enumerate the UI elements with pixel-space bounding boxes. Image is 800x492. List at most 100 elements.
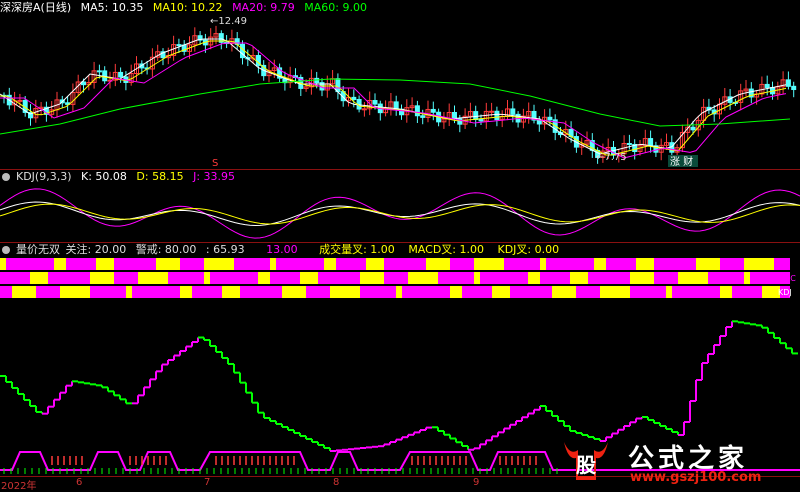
signal-cell <box>474 258 504 270</box>
signal-cell <box>180 272 204 284</box>
signal-cell <box>384 258 414 270</box>
period-label[interactable]: (日线) <box>41 1 72 14</box>
signal-cell <box>618 272 630 284</box>
signal-cell <box>42 286 60 298</box>
signal-cell <box>678 272 708 284</box>
signal-cell <box>546 258 564 270</box>
signal-cell <box>126 286 132 298</box>
kdj-title[interactable]: KDJ(9,3,3) <box>16 170 72 183</box>
signal-cell <box>414 258 426 270</box>
candle-body <box>17 99 23 102</box>
signal-cell <box>78 272 90 284</box>
signal-cell <box>540 258 546 270</box>
signal-cell <box>588 272 618 284</box>
kdj-j-line <box>0 188 800 239</box>
signal-cell <box>564 258 594 270</box>
signal-cell <box>96 258 114 270</box>
stock-title[interactable]: 深深房A <box>0 1 41 14</box>
signal-cell <box>450 286 462 298</box>
ma60-label: MA60: 9.00 <box>304 1 367 14</box>
candle-body <box>648 138 654 147</box>
signal-cell <box>324 258 336 270</box>
signal-cell <box>48 272 78 284</box>
signal-cell <box>360 258 366 270</box>
signal-cell <box>528 272 540 284</box>
signal-cell <box>774 258 786 270</box>
signal-cell <box>462 286 486 298</box>
bull-logo-icon: 股 <box>564 442 608 480</box>
signal-cell <box>168 272 180 284</box>
signal-cell <box>0 258 6 270</box>
signal-cell <box>270 272 294 284</box>
signal-cell <box>426 258 450 270</box>
candle-body <box>96 70 102 73</box>
signal-cell <box>708 272 720 284</box>
candle-body <box>414 105 420 117</box>
indicator-title[interactable]: 量价无双 <box>16 243 60 256</box>
kdj-j-value: J: 33.95 <box>193 170 236 183</box>
signal-cell <box>576 286 582 298</box>
signal-cell <box>384 272 390 284</box>
price-chart[interactable]: ←12.49 ←7.75 S 涨 财 <box>0 14 800 169</box>
ma10-label: MA10: 10.22 <box>152 1 223 14</box>
signal-cell <box>360 272 384 284</box>
signal-cell <box>222 286 240 298</box>
signal-cell <box>204 272 210 284</box>
candle-body <box>791 85 797 91</box>
signal-cell <box>24 272 30 284</box>
signal-marker: S <box>212 158 218 169</box>
cross-vol-value: 成交量叉: 1.00 <box>319 243 395 256</box>
signal-cell <box>36 286 42 298</box>
signal-cell <box>630 258 636 270</box>
candle-body <box>420 115 426 118</box>
signal-cell <box>510 286 540 298</box>
signal-cell <box>180 258 186 270</box>
signal-cell <box>258 272 270 284</box>
signal-cell <box>180 286 192 298</box>
kdj-chart[interactable] <box>0 184 800 242</box>
warn-value: 警戒: 80.00 <box>135 243 197 256</box>
signal-cell <box>450 272 474 284</box>
signal-cell <box>450 258 456 270</box>
signal-cell <box>504 258 516 270</box>
signal-cell <box>0 272 24 284</box>
signal-cell <box>720 272 744 284</box>
signal-cell <box>12 286 36 298</box>
signal-cell <box>270 258 276 270</box>
settings-icon[interactable] <box>2 246 10 254</box>
signal-cell <box>366 258 384 270</box>
signal-cell <box>636 258 654 270</box>
signal-cell <box>744 272 750 284</box>
signal-cell <box>132 286 150 298</box>
low-price-label: ←7.75 <box>596 152 627 163</box>
signal-cell <box>204 258 234 270</box>
x-axis-label: 2022年 <box>1 481 37 492</box>
kdj-cross-value: KDJ叉: 0.00 <box>497 243 560 256</box>
signal-cell <box>480 272 498 284</box>
signal-cell <box>564 272 570 284</box>
signal-cell <box>138 272 168 284</box>
signal-cell <box>456 258 474 270</box>
signal-cell <box>90 258 96 270</box>
signal-cell <box>630 286 642 298</box>
candle-body <box>764 83 770 89</box>
candle-body <box>335 78 341 93</box>
signal-cell <box>696 258 720 270</box>
signal-cell <box>720 286 732 298</box>
settings-icon[interactable] <box>2 173 10 181</box>
signal-cell <box>102 286 126 298</box>
kdj-k-value: K: 50.08 <box>81 170 127 183</box>
candle-body <box>351 96 357 100</box>
signal-cell <box>120 272 138 284</box>
signal-cell <box>408 272 438 284</box>
ma5-label: MA5: 10.35 <box>80 1 144 14</box>
candle-body <box>626 142 632 145</box>
candle-body <box>510 108 516 115</box>
candle-body <box>452 112 457 120</box>
signal-cell <box>744 258 774 270</box>
high-price-label: ←12.49 <box>210 16 247 27</box>
signal-cell <box>420 286 450 298</box>
signal-cell <box>516 258 540 270</box>
signal-cell <box>732 286 756 298</box>
signal-cell <box>186 258 204 270</box>
